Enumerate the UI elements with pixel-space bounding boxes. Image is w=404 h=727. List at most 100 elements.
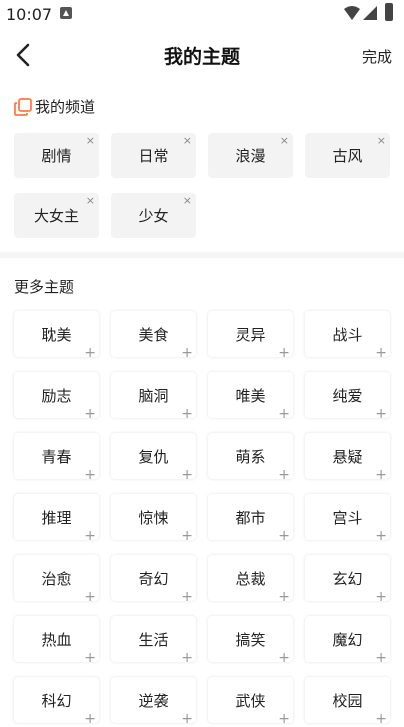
add-icon[interactable]: + [84,590,96,604]
add-icon[interactable]: + [84,529,96,543]
topic-item[interactable]: 萌系 + [208,433,293,482]
add-icon[interactable]: + [375,468,387,482]
add-icon[interactable]: + [181,712,193,726]
remove-icon[interactable]: × [183,135,192,146]
topic-label: 灵异 [235,325,266,344]
topic-item[interactable]: 复仇 + [111,433,196,482]
add-icon[interactable]: + [84,468,96,482]
add-icon[interactable]: + [278,346,290,360]
status-bar: 10:07 [0,0,404,28]
topic-label: 都市 [235,508,266,527]
remove-icon[interactable]: × [86,135,95,146]
topic-label: 治愈 [41,569,72,588]
topic-item[interactable]: 搞笑 + [208,616,293,665]
channel-chip[interactable]: 日常 × [111,133,196,178]
channel-chip-label: 少女 [138,207,169,225]
topic-label: 推理 [41,508,72,527]
add-icon[interactable]: + [181,651,193,665]
topic-item[interactable]: 宫斗 + [305,494,390,543]
battery-icon [385,3,393,21]
topic-item[interactable]: 都市 + [208,494,293,543]
topic-item[interactable]: 校园 + [305,677,390,726]
topic-item[interactable]: 耽美 + [14,311,99,360]
topic-item[interactable]: 玄幻 + [305,555,390,604]
add-icon[interactable]: + [84,407,96,421]
topic-item[interactable]: 悬疑 + [305,433,390,482]
add-icon[interactable]: + [181,407,193,421]
add-icon[interactable]: + [375,407,387,421]
remove-icon[interactable]: × [377,135,386,146]
add-icon[interactable]: + [375,651,387,665]
channel-chip-label: 剧情 [41,147,72,165]
topic-label: 奇幻 [138,569,169,588]
add-icon[interactable]: + [181,529,193,543]
topic-item[interactable]: 青春 + [14,433,99,482]
topic-item[interactable]: 励志 + [14,372,99,421]
topic-label: 悬疑 [332,447,363,466]
remove-icon[interactable]: × [280,135,289,146]
channel-chip[interactable]: 剧情 × [14,133,99,178]
page-title: 我的主题 [163,46,240,68]
channel-chip[interactable]: 大女主 × [14,193,99,238]
header: 我的主题 完成 [0,30,404,80]
topic-item[interactable]: 美食 + [111,311,196,360]
topic-item[interactable]: 灵异 + [208,311,293,360]
channel-chip[interactable]: 浪漫 × [208,133,293,178]
done-button[interactable]: 完成 [362,46,392,67]
topic-label: 耽美 [41,325,72,344]
add-icon[interactable]: + [84,712,96,726]
channel-chip-label: 浪漫 [235,147,266,165]
topic-item[interactable]: 总裁 + [208,555,293,604]
add-icon[interactable]: + [278,590,290,604]
topic-label: 生活 [138,630,169,649]
add-icon[interactable]: + [375,346,387,360]
wifi-icon [344,6,360,20]
add-icon[interactable]: + [375,529,387,543]
topic-label: 纯爱 [332,386,363,405]
topic-item[interactable]: 推理 + [14,494,99,543]
topic-item[interactable]: 战斗 + [305,311,390,360]
topic-label: 唯美 [235,386,266,405]
add-icon[interactable]: + [84,651,96,665]
add-icon[interactable]: + [181,468,193,482]
add-icon[interactable]: + [278,407,290,421]
channel-chip-label: 大女主 [33,207,79,225]
more-topics-title: 更多主题 [14,278,75,296]
topic-label: 美食 [138,325,169,344]
status-time: 10:07 [6,5,53,24]
add-icon[interactable]: + [181,346,193,360]
add-icon[interactable]: + [181,590,193,604]
topic-item[interactable]: 纯爱 + [305,372,390,421]
add-icon[interactable]: + [84,346,96,360]
channel-chip[interactable]: 少女 × [111,193,196,238]
channel-chip[interactable]: 古风 × [305,133,390,178]
add-icon[interactable]: + [375,590,387,604]
remove-icon[interactable]: × [183,195,192,206]
topic-label: 复仇 [138,447,169,466]
add-icon[interactable]: + [375,712,387,726]
topic-item[interactable]: 治愈 + [14,555,99,604]
add-icon[interactable]: + [278,712,290,726]
topic-item[interactable]: 科幻 + [14,677,99,726]
channel-chip-label: 古风 [332,147,363,165]
topic-item[interactable]: 魔幻 + [305,616,390,665]
add-icon[interactable]: + [278,529,290,543]
topic-item[interactable]: 生活 + [111,616,196,665]
topic-label: 惊悚 [138,508,169,527]
topic-item[interactable]: 脑洞 + [111,372,196,421]
channel-chip-label: 日常 [138,147,169,165]
cellular-signal-icon [363,6,377,20]
topic-label: 魔幻 [332,630,363,649]
topic-item[interactable]: 奇幻 + [111,555,196,604]
my-channels-title: 我的频道 [35,98,96,116]
topic-item[interactable]: 武侠 + [208,677,293,726]
topic-item[interactable]: 热血 + [14,616,99,665]
topic-item[interactable]: 惊悚 + [111,494,196,543]
topic-label: 玄幻 [332,569,363,588]
topic-item[interactable]: 唯美 + [208,372,293,421]
add-icon[interactable]: + [278,468,290,482]
topic-item[interactable]: 逆袭 + [111,677,196,726]
remove-icon[interactable]: × [86,195,95,206]
topic-label: 武侠 [235,691,266,710]
add-icon[interactable]: + [278,651,290,665]
